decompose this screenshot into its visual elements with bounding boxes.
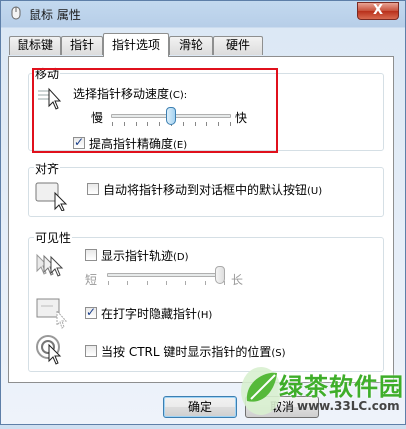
watermark-url: www.33LC.com bbox=[297, 399, 400, 413]
tab-pointer-options[interactable]: 指针选项 bbox=[103, 33, 169, 57]
snap-to-checkbox[interactable] bbox=[87, 183, 99, 195]
hide-while-typing-label-text: 在打字时隐藏指针 bbox=[101, 307, 198, 321]
tab-wheel[interactable]: 滑轮 bbox=[169, 36, 213, 55]
snap-to-group-label: 对齐 bbox=[34, 160, 61, 177]
trail-length-slider[interactable] bbox=[107, 265, 225, 289]
hide-while-typing-label[interactable]: 在打字时隐藏指针(H) bbox=[101, 305, 212, 322]
snap-to-label-text: 自动将指针移动到对话框中的默认按钮 bbox=[103, 183, 308, 197]
trail-length-slider-thumb[interactable] bbox=[215, 266, 225, 284]
visibility-group-label: 可见性 bbox=[34, 229, 73, 246]
hide-while-typing-hotkey: (H) bbox=[197, 310, 213, 321]
snap-to-label[interactable]: 自动将指针移动到对话框中的默认按钮(U) bbox=[103, 181, 322, 198]
show-location-label-text: 当按 CTRL 键时显示指针的位置 bbox=[101, 345, 272, 359]
trails-label-text: 显示指针轨迹 bbox=[101, 249, 174, 263]
hide-while-typing-checkbox[interactable] bbox=[85, 305, 97, 319]
highlight-annotation-box bbox=[32, 68, 278, 153]
tab-buttons[interactable]: 鼠标键 bbox=[9, 36, 61, 55]
snap-to-icon bbox=[35, 182, 68, 211]
mouse-icon bbox=[11, 6, 21, 20]
short-label: 短 bbox=[85, 273, 98, 287]
trails-label[interactable]: 显示指针轨迹(D) bbox=[101, 247, 189, 264]
watermark-logo: 绿茶软件园 www.33LC.com bbox=[233, 361, 406, 426]
tab-hardware[interactable]: 硬件 bbox=[213, 36, 263, 55]
pointer-trails-icon bbox=[36, 253, 64, 277]
mouse-properties-window: 鼠标 属性 X 鼠标键 指针 指针选项 滑轮 硬件 移动 选择指针移动速度(C)… bbox=[0, 0, 406, 425]
snap-to-hotkey: (U) bbox=[307, 186, 323, 197]
show-location-hotkey: (S) bbox=[271, 348, 286, 359]
trail-length-slider-track bbox=[107, 273, 225, 277]
trails-hotkey: (D) bbox=[173, 252, 189, 263]
trails-checkbox[interactable] bbox=[85, 249, 97, 261]
show-location-label[interactable]: 当按 CTRL 键时显示指针的位置(S) bbox=[101, 343, 286, 360]
window-title: 鼠标 属性 bbox=[29, 8, 81, 22]
close-button[interactable]: X bbox=[357, 2, 399, 20]
tab-pointers[interactable]: 指针 bbox=[61, 36, 103, 55]
ok-button[interactable]: 确定 bbox=[163, 396, 237, 418]
trail-length-slider-ticks bbox=[108, 281, 225, 285]
show-location-checkbox[interactable] bbox=[85, 345, 97, 357]
title-bar[interactable]: 鼠标 属性 X bbox=[1, 1, 405, 27]
watermark-brand: 绿茶软件园 bbox=[279, 373, 404, 401]
hide-while-typing-icon bbox=[36, 298, 68, 329]
show-location-icon bbox=[36, 335, 62, 365]
long-label: 长 bbox=[231, 273, 244, 287]
